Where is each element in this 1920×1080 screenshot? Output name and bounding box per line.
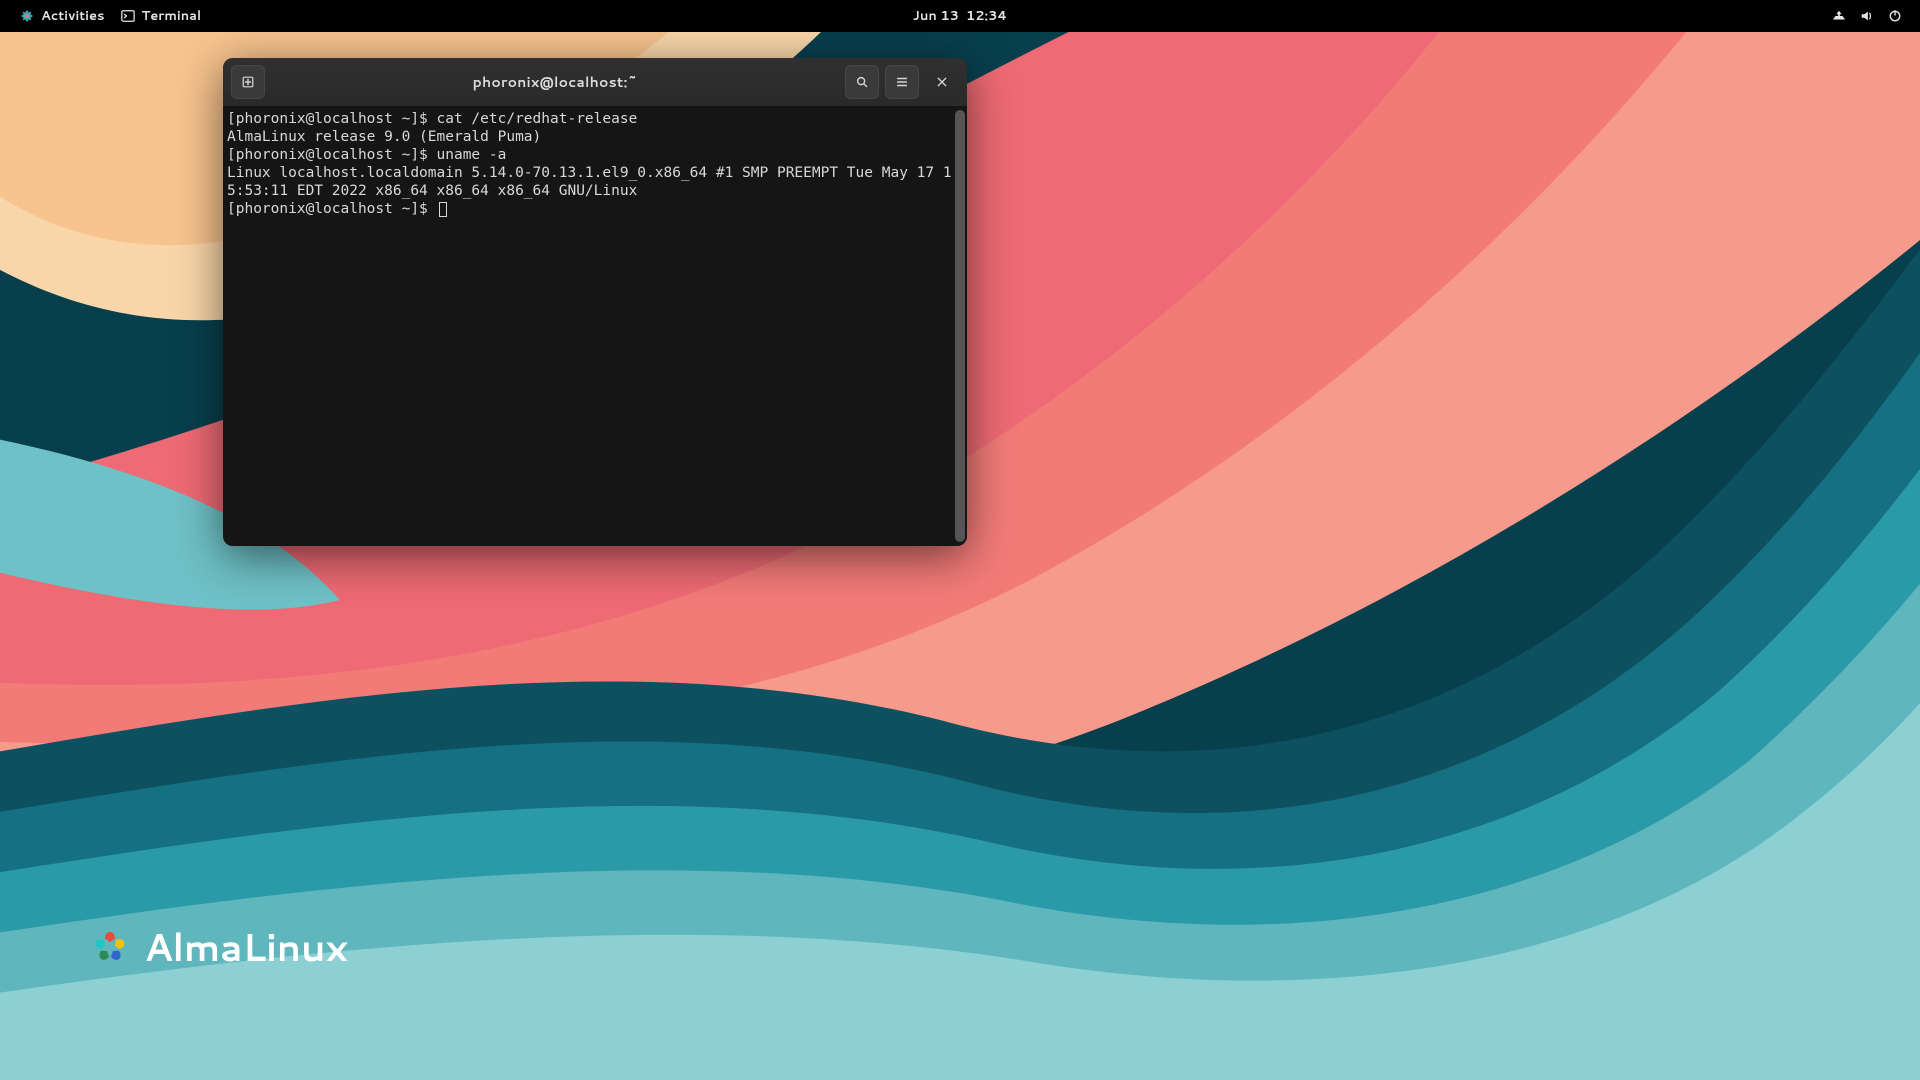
distro-brand-name: AlmaLinux (144, 920, 347, 974)
terminal-line: [phoronix@localhost ~]$ cat /etc/redhat-… (227, 111, 637, 127)
active-app-indicator[interactable]: Terminal (121, 7, 202, 25)
new-tab-button[interactable] (231, 65, 265, 99)
terminal-line: AlmaLinux release 9.0 (Emerald Puma) (227, 129, 541, 145)
clock-button[interactable]: Jun 13 12:34 (913, 7, 1007, 25)
menu-button[interactable] (885, 65, 919, 99)
panel-date: Jun 13 (913, 7, 959, 25)
gnome-top-panel: Activities Terminal Jun 13 12:34 (0, 0, 1920, 32)
terminal-scrollbar-thumb[interactable] (955, 110, 965, 542)
activities-label: Activities (41, 7, 105, 25)
network-status-icon[interactable] (1832, 9, 1846, 23)
close-button[interactable] (925, 65, 959, 99)
terminal-viewport[interactable]: [phoronix@localhost ~]$ cat /etc/redhat-… (223, 106, 967, 546)
distro-brand: AlmaLinux (90, 920, 347, 974)
terminal-window[interactable]: phoronix@localhost:~ [phoronix@localhost… (223, 58, 967, 546)
activities-button[interactable]: Activities (20, 7, 105, 25)
panel-time: 12:34 (966, 7, 1007, 25)
terminal-scrollbar[interactable] (955, 110, 965, 542)
terminal-line: [phoronix@localhost ~]$ uname -a (227, 147, 506, 163)
terminal-line: Linux localhost.localdomain 5.14.0-70.13… (227, 165, 952, 199)
power-status-icon[interactable] (1888, 9, 1902, 23)
volume-status-icon[interactable] (1860, 9, 1874, 23)
search-button[interactable] (845, 65, 879, 99)
terminal-line: [phoronix@localhost ~]$ (227, 201, 437, 217)
distro-logo-icon (20, 9, 34, 23)
terminal-cursor (439, 202, 447, 217)
new-tab-icon (241, 75, 255, 89)
terminal-icon (121, 9, 135, 23)
hamburger-icon (895, 75, 909, 89)
search-icon (855, 75, 869, 89)
terminal-title: phoronix@localhost:~ (271, 72, 839, 92)
active-app-label: Terminal (142, 7, 202, 25)
close-icon (936, 76, 948, 88)
terminal-output[interactable]: [phoronix@localhost ~]$ cat /etc/redhat-… (227, 110, 959, 542)
terminal-titlebar[interactable]: phoronix@localhost:~ (223, 58, 967, 106)
almalinux-logo-icon (90, 927, 130, 967)
